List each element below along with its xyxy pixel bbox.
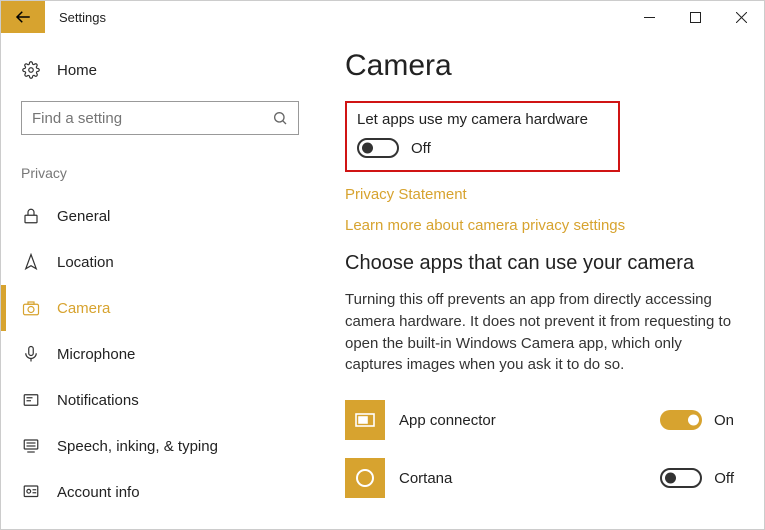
master-toggle[interactable] bbox=[357, 138, 399, 158]
search-icon bbox=[272, 110, 288, 126]
account-icon bbox=[21, 483, 41, 501]
sidebar-item-camera[interactable]: Camera bbox=[11, 285, 331, 331]
sidebar-item-location[interactable]: Location bbox=[11, 239, 331, 285]
speech-icon bbox=[21, 437, 41, 455]
sidebar-item-label: General bbox=[57, 208, 110, 225]
sidebar: Home Privacy General Location Camera Mic… bbox=[1, 33, 331, 529]
lock-icon bbox=[21, 207, 41, 225]
arrow-left-icon bbox=[14, 8, 32, 26]
search-box[interactable] bbox=[21, 101, 299, 135]
master-toggle-label: Let apps use my camera hardware bbox=[357, 111, 604, 128]
maximize-button[interactable] bbox=[672, 1, 718, 33]
sidebar-item-label: Camera bbox=[57, 300, 110, 317]
highlight-box: Let apps use my camera hardware Off bbox=[345, 101, 620, 172]
minimize-button[interactable] bbox=[626, 1, 672, 33]
maximize-icon bbox=[690, 12, 701, 23]
minimize-icon bbox=[644, 12, 655, 23]
sidebar-item-microphone[interactable]: Microphone bbox=[11, 331, 331, 377]
notifications-icon bbox=[21, 391, 41, 409]
section-label: Privacy bbox=[11, 135, 331, 193]
app-connector-toggle[interactable] bbox=[660, 410, 702, 430]
close-icon bbox=[736, 12, 747, 23]
sidebar-item-label: Notifications bbox=[57, 392, 139, 409]
page-title: Camera bbox=[345, 49, 734, 83]
home-label: Home bbox=[57, 62, 97, 79]
sidebar-item-label: Account info bbox=[57, 484, 140, 501]
app-row-cortana: Cortana Off bbox=[345, 454, 734, 502]
sidebar-item-label: Speech, inking, & typing bbox=[57, 438, 218, 455]
privacy-statement-link[interactable]: Privacy Statement bbox=[345, 186, 734, 203]
sidebar-item-notifications[interactable]: Notifications bbox=[11, 377, 331, 423]
camera-icon bbox=[21, 299, 41, 317]
window-controls bbox=[626, 1, 764, 33]
microphone-icon bbox=[21, 345, 41, 363]
master-toggle-state: Off bbox=[411, 140, 431, 157]
search-input[interactable] bbox=[32, 110, 272, 127]
window-title: Settings bbox=[59, 10, 106, 25]
cortana-icon bbox=[345, 458, 385, 498]
app-connector-icon bbox=[345, 400, 385, 440]
main-panel: Camera Let apps use my camera hardware O… bbox=[331, 33, 764, 529]
titlebar: Settings bbox=[1, 1, 764, 33]
sidebar-item-general[interactable]: General bbox=[11, 193, 331, 239]
sidebar-item-account[interactable]: Account info bbox=[11, 469, 331, 515]
choose-apps-description: Turning this off prevents an app from di… bbox=[345, 289, 734, 376]
app-name: App connector bbox=[399, 412, 660, 429]
app-connector-state: On bbox=[714, 412, 734, 429]
location-icon bbox=[21, 253, 41, 271]
sidebar-item-label: Microphone bbox=[57, 346, 135, 363]
app-name: Cortana bbox=[399, 470, 660, 487]
sidebar-item-speech[interactable]: Speech, inking, & typing bbox=[11, 423, 331, 469]
close-button[interactable] bbox=[718, 1, 764, 33]
back-button[interactable] bbox=[1, 1, 45, 33]
gear-icon bbox=[21, 61, 41, 79]
sidebar-item-label: Location bbox=[57, 254, 114, 271]
home-button[interactable]: Home bbox=[11, 53, 331, 87]
cortana-toggle[interactable] bbox=[660, 468, 702, 488]
app-row-app-connector: App connector On bbox=[345, 396, 734, 444]
choose-apps-heading: Choose apps that can use your camera bbox=[345, 252, 734, 275]
cortana-state: Off bbox=[714, 470, 734, 487]
learn-more-link[interactable]: Learn more about camera privacy settings bbox=[345, 217, 734, 234]
